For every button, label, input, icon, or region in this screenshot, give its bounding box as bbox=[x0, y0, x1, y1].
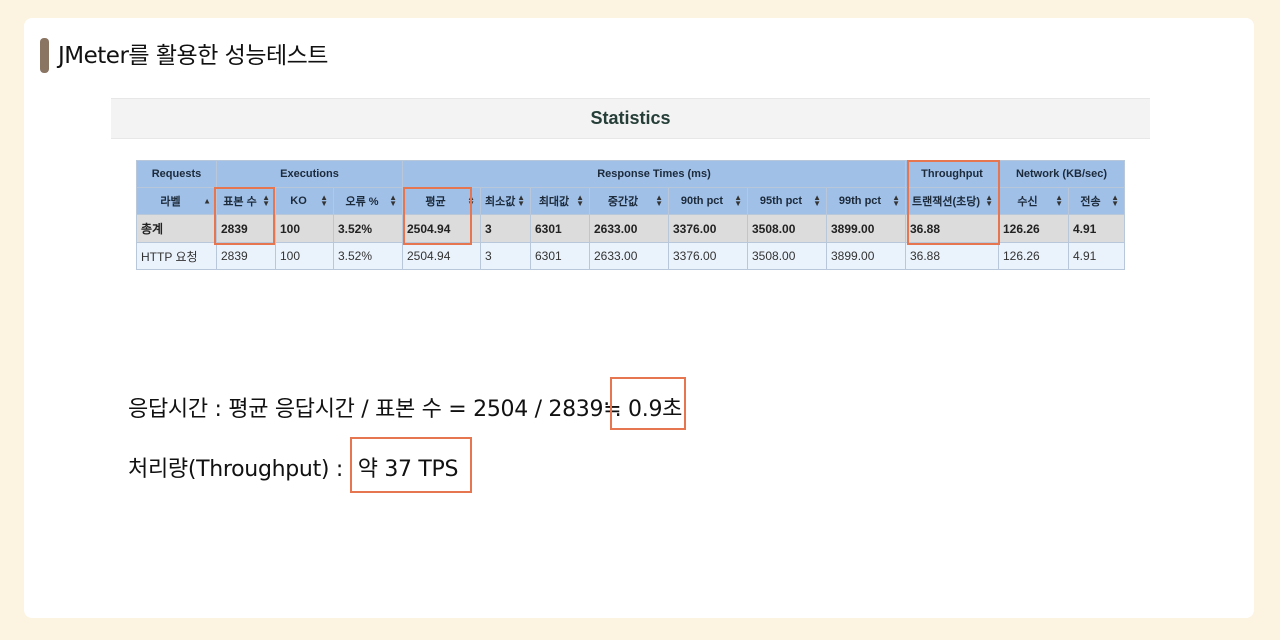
table-cell: 2504.94 bbox=[402, 242, 481, 270]
table-cell: 총계 bbox=[136, 214, 217, 243]
table-cell: 3508.00 bbox=[747, 242, 827, 270]
table-cell: 100 bbox=[275, 214, 334, 243]
sort-icon: ▲ ▼ bbox=[320, 193, 328, 208]
highlight-average bbox=[403, 187, 472, 245]
highlight-throughput-result bbox=[350, 437, 472, 493]
sort-icon: ▲ ▼ bbox=[517, 193, 525, 208]
sort-icon: ▲ ▼ bbox=[1111, 193, 1119, 208]
sort-icon: ▲ ▼ bbox=[1055, 193, 1063, 208]
column-header-error-pct[interactable]: 오류 % ▲ ▼ bbox=[333, 187, 403, 215]
sort-icon: ▲ ▼ bbox=[576, 193, 584, 208]
table-cell: 3 bbox=[480, 242, 531, 270]
column-header-sent[interactable]: 전송 ▲ ▼ bbox=[1068, 187, 1125, 215]
table-cell: 3376.00 bbox=[668, 214, 748, 243]
table-cell: 126.26 bbox=[998, 214, 1069, 243]
table-cell: 100 bbox=[275, 242, 334, 270]
table-cell: 4.91 bbox=[1068, 242, 1125, 270]
column-header-median[interactable]: 중간값 ▲ ▼ bbox=[589, 187, 669, 215]
column-header-99th[interactable]: 99th pct ▲ ▼ bbox=[826, 187, 906, 215]
column-header-90th[interactable]: 90th pct ▲ ▼ bbox=[668, 187, 748, 215]
group-network: Network (KB/sec) bbox=[998, 160, 1125, 188]
column-header-ko[interactable]: KO ▲ ▼ bbox=[275, 187, 334, 215]
table-cell: 3.52% bbox=[333, 214, 403, 243]
column-header-max[interactable]: 최대값 ▲ ▼ bbox=[530, 187, 590, 215]
table-cell: 6301 bbox=[530, 242, 590, 270]
sort-icon: ▲ ▼ bbox=[734, 193, 742, 208]
column-header-label[interactable]: 라벨 ▲ bbox=[136, 187, 217, 215]
table-cell: 126.26 bbox=[998, 242, 1069, 270]
highlight-throughput bbox=[907, 160, 1000, 245]
title-accent-bar bbox=[40, 38, 49, 73]
column-header-95th[interactable]: 95th pct ▲ ▼ bbox=[747, 187, 827, 215]
table-cell: HTTP 요청 bbox=[136, 242, 217, 270]
column-header-min[interactable]: 최소값 ▲ ▼ bbox=[480, 187, 531, 215]
group-response-times: Response Times (ms) bbox=[402, 160, 906, 188]
table-cell: 2633.00 bbox=[589, 242, 669, 270]
table-cell: 6301 bbox=[530, 214, 590, 243]
table-cell: 36.88 bbox=[905, 242, 999, 270]
table-cell: 3899.00 bbox=[826, 242, 906, 270]
group-requests: Requests bbox=[136, 160, 217, 188]
table-row-http: HTTP 요청 2839 100 3.52% 2504.94 3 6301 26… bbox=[136, 242, 1125, 270]
sort-icon: ▲ ▼ bbox=[389, 193, 397, 208]
statistics-title: Statistics bbox=[590, 108, 671, 128]
statistics-header: Statistics bbox=[111, 98, 1150, 139]
sort-icon: ▲ ▼ bbox=[813, 193, 821, 208]
table-cell: 2633.00 bbox=[589, 214, 669, 243]
table-cell: 3899.00 bbox=[826, 214, 906, 243]
response-time-note: 응답시간 : 평균 응답시간 / 표본 수 = 2504 / 2839≒ 0.9… bbox=[128, 397, 683, 422]
table-cell: 3 bbox=[480, 214, 531, 243]
sort-asc-icon: ▲ bbox=[203, 196, 211, 206]
column-header-received[interactable]: 수신 ▲ ▼ bbox=[998, 187, 1069, 215]
slide-title: JMeter를 활용한 성능테스트 bbox=[58, 43, 328, 69]
sort-icon: ▲ ▼ bbox=[892, 193, 900, 208]
table-cell: 2839 bbox=[216, 242, 276, 270]
table-cell: 3508.00 bbox=[747, 214, 827, 243]
highlight-response-result bbox=[610, 377, 686, 430]
group-executions: Executions bbox=[216, 160, 403, 188]
table-cell: 4.91 bbox=[1068, 214, 1125, 243]
table-cell: 3376.00 bbox=[668, 242, 748, 270]
sort-icon: ▲ ▼ bbox=[655, 193, 663, 208]
table-cell: 3.52% bbox=[333, 242, 403, 270]
highlight-samples bbox=[214, 187, 275, 245]
